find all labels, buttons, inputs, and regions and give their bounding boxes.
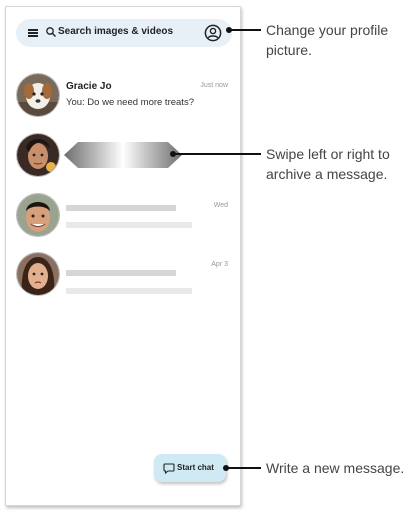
message-time: Wed [213,202,228,209]
callout-profile: Change your profile picture. [266,22,389,58]
conversation-row[interactable]: Gracie Jo You: Do we need more treats? J… [16,73,232,123]
search-input[interactable]: Search images & videos [58,26,173,37]
search-icon [46,27,56,37]
contact-name: Gracie Jo [66,81,112,92]
conversation-row[interactable] [16,133,232,183]
account-circle-icon[interactable] [204,24,222,42]
woman-avatar [16,133,60,177]
message-placeholder [66,222,192,228]
message-time: Apr 3 [211,261,228,268]
start-chat-label: Start chat [177,463,214,472]
phone-screen: Search images & videos Gracie Jo You: Do… [5,6,241,506]
dog-avatar [16,73,60,117]
message-preview: You: Do we need more treats? [66,97,194,108]
message-placeholder [66,288,192,294]
girl-avatar [16,252,60,296]
callout-line-profile [229,29,261,31]
name-placeholder [66,205,176,211]
chat-bubble-icon [163,463,175,474]
menu-icon[interactable] [28,29,38,37]
callout-line-swipe [173,153,261,155]
conversation-row[interactable]: Wed [16,193,232,243]
callout-line-new-message [226,467,261,469]
swipe-gesture-indicator [64,142,182,168]
search-bar[interactable]: Search images & videos [16,19,232,47]
start-chat-button[interactable]: Start chat [154,454,226,482]
callout-swipe: Swipe left or right to archive a message… [266,146,390,182]
conversation-row[interactable]: Apr 3 [16,252,232,302]
name-placeholder [66,270,176,276]
man-avatar [16,193,60,237]
callout-new-message: Write a new message. [266,460,405,476]
message-time: Just now [200,82,228,89]
